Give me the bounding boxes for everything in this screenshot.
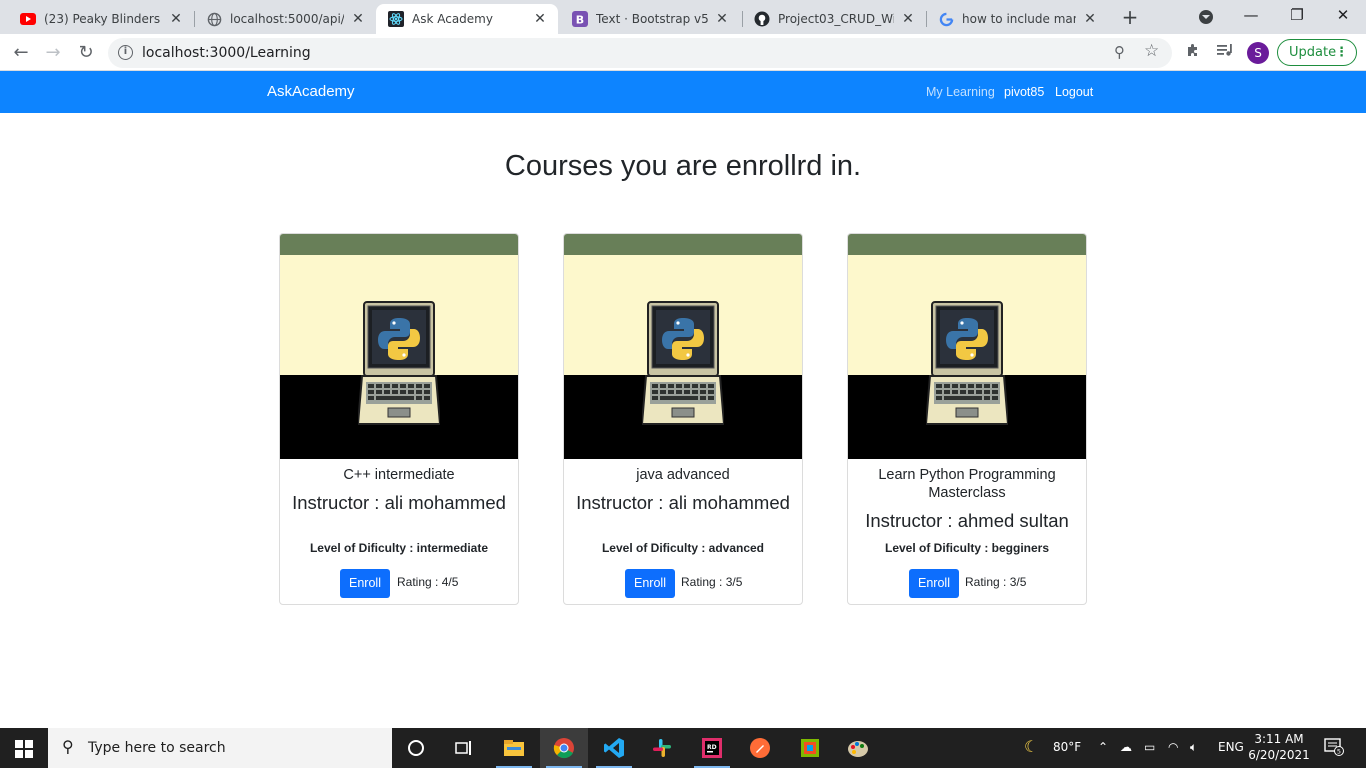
bookmark-star-icon[interactable]: ☆ — [1144, 41, 1159, 61]
enroll-button[interactable]: Enroll — [909, 569, 959, 598]
page-title: Courses you are enrollrd in. — [504, 150, 862, 182]
weather-temp[interactable]: 80°F — [1053, 740, 1081, 754]
svg-text:RD: RD — [707, 744, 717, 751]
media-queue-icon[interactable] — [1216, 42, 1234, 62]
google-icon — [938, 11, 954, 27]
url-text[interactable]: localhost:3000/Learning — [142, 45, 311, 61]
course-instructor: Instructor : ali mohammed — [576, 492, 790, 513]
close-window-button[interactable]: ✕ — [1320, 0, 1366, 32]
new-tab-button[interactable]: + — [1118, 6, 1142, 30]
course-title: java advanced — [636, 467, 730, 483]
extensions-icon[interactable] — [1185, 42, 1201, 62]
browser-tab[interactable]: Project03_CRUD_With ✕ — [742, 4, 926, 34]
nav-my-learning[interactable]: My Learning — [926, 85, 995, 99]
enroll-button[interactable]: Enroll — [625, 569, 675, 598]
battery-icon[interactable]: ▭ — [1144, 740, 1155, 754]
github-icon — [754, 11, 770, 27]
file-explorer-icon[interactable] — [490, 728, 538, 768]
search-icon: ⚲ — [62, 737, 74, 756]
browser-tab-active[interactable]: Ask Academy ✕ — [376, 4, 558, 34]
course-instructor: Instructor : ali mohammed — [292, 492, 506, 513]
course-instructor: Instructor : ahmed sultan — [865, 510, 1069, 531]
course-thumbnail — [280, 234, 518, 459]
onedrive-cloud-icon[interactable]: ☁ — [1120, 740, 1132, 754]
nav-user[interactable]: pivot85 — [1004, 85, 1044, 99]
svg-text:5: 5 — [1337, 748, 1341, 756]
course-title: Learn Python Programming Masterclass — [878, 467, 1056, 501]
python-laptop-image — [926, 301, 1008, 425]
update-button[interactable]: Update ⋮ — [1277, 39, 1357, 66]
show-hidden-icons-icon[interactable]: ⌃ — [1098, 740, 1108, 754]
course-rating: Rating : 3/5 — [681, 575, 743, 589]
course-card: Learn Python Programming Masterclass Ins… — [847, 233, 1087, 605]
minimize-button[interactable]: — — [1228, 0, 1274, 32]
language-indicator[interactable]: ENG — [1218, 740, 1244, 754]
close-tab-icon[interactable]: ✕ — [1082, 11, 1098, 27]
course-level: Level of Dificulty : advanced — [601, 541, 765, 555]
wifi-icon[interactable]: ◠ — [1168, 740, 1178, 754]
course-level: Level of Dificulty : intermediate — [309, 541, 489, 555]
slack-icon[interactable] — [638, 728, 686, 768]
python-laptop-image — [358, 301, 440, 425]
svg-text:B: B — [576, 14, 584, 27]
more-menu-icon[interactable]: ⋮ — [1335, 40, 1348, 65]
browser-tab[interactable]: localhost:5000/api/cou ✕ — [194, 4, 376, 34]
windows-taskbar: ⚲ Type here to search RD ☾ 80°F ⌃ ☁ ▭ ◠ … — [0, 728, 1366, 768]
bootstrap-icon: B — [572, 11, 588, 27]
vscode-icon[interactable] — [590, 728, 638, 768]
app-navbar: AskAcademy My Learning pivot85 Logout — [0, 71, 1366, 113]
weather-moon-icon[interactable]: ☾ — [1024, 737, 1038, 756]
browser-toolbar: ← → ↻ i localhost:3000/Learning ⚲ ☆ S Up… — [0, 34, 1366, 71]
enroll-button[interactable]: Enroll — [340, 569, 390, 598]
snip-tool-icon[interactable] — [786, 728, 834, 768]
course-thumbnail — [848, 234, 1086, 459]
reload-icon[interactable]: ↻ — [73, 40, 99, 66]
close-tab-icon[interactable]: ✕ — [714, 11, 730, 27]
nav-logout[interactable]: Logout — [1055, 85, 1093, 99]
site-info-icon[interactable]: i — [118, 45, 133, 60]
course-card: java advanced Instructor : ali mohammed … — [563, 233, 803, 605]
address-bar[interactable]: i localhost:3000/Learning ⚲ ☆ — [108, 38, 1172, 68]
close-tab-icon[interactable]: ✕ — [900, 11, 916, 27]
forward-arrow-icon[interactable]: → — [40, 40, 66, 66]
python-laptop-image — [642, 301, 724, 425]
youtube-icon — [20, 11, 36, 27]
browser-tab[interactable]: how to include many t ✕ — [926, 4, 1108, 34]
cortana-icon[interactable] — [392, 728, 440, 768]
close-tab-icon[interactable]: ✕ — [532, 11, 548, 27]
globe-icon — [206, 11, 222, 27]
task-view-icon[interactable] — [440, 728, 488, 768]
rider-icon[interactable]: RD — [688, 728, 736, 768]
tab-search-icon[interactable] — [1199, 10, 1213, 24]
zoom-icon[interactable]: ⚲ — [1114, 43, 1125, 61]
taskbar-clock[interactable]: 3:11 AM 6/20/2021 — [1246, 731, 1312, 763]
close-tab-icon[interactable]: ✕ — [350, 11, 366, 27]
brand-link[interactable]: AskAcademy — [267, 83, 355, 100]
close-tab-icon[interactable]: ✕ — [168, 11, 184, 27]
course-thumbnail — [564, 234, 802, 459]
browser-tab[interactable]: (23) Peaky Blinders Mu ✕ — [8, 4, 194, 34]
course-level: Level of Dificulty : begginers — [884, 541, 1050, 555]
postman-icon[interactable] — [736, 728, 784, 768]
browser-tab-strip: (23) Peaky Blinders Mu ✕ localhost:5000/… — [0, 0, 1366, 34]
course-rating: Rating : 4/5 — [397, 575, 459, 589]
browser-tab[interactable]: B Text · Bootstrap v5.0 ✕ — [560, 4, 740, 34]
chrome-icon[interactable] — [540, 728, 588, 768]
course-card: C++ intermediate Instructor : ali mohamm… — [279, 233, 519, 605]
course-title: C++ intermediate — [343, 467, 455, 483]
volume-icon[interactable]: 🔈︎ — [1190, 740, 1197, 755]
course-rating: Rating : 3/5 — [965, 575, 1027, 589]
notification-center-icon[interactable]: 5 — [1324, 738, 1344, 759]
profile-avatar[interactable]: S — [1247, 42, 1269, 64]
taskbar-search[interactable]: ⚲ Type here to search — [48, 728, 392, 768]
react-icon — [388, 11, 404, 27]
restore-button[interactable]: ❐ — [1274, 0, 1320, 32]
back-arrow-icon[interactable]: ← — [8, 40, 34, 66]
windows-start-icon[interactable] — [0, 728, 48, 768]
paint-icon[interactable] — [834, 728, 882, 768]
